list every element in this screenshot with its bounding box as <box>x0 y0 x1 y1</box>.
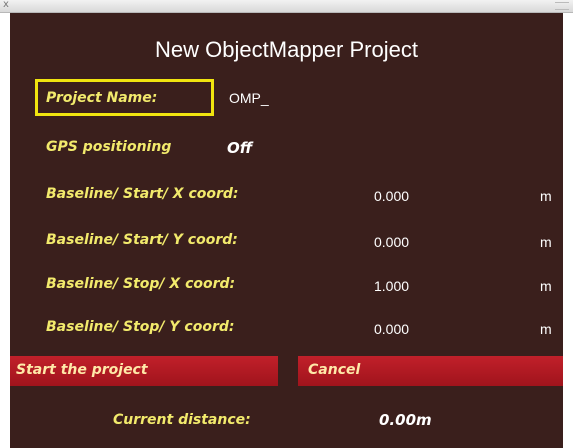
dialog-title: New ObjectMapper Project <box>155 37 418 62</box>
baseline-stop-x-label: Baseline/ Stop/ X coord: <box>46 276 236 292</box>
resize-grip-icon[interactable] <box>555 2 569 10</box>
baseline-stop-x-unit: m <box>540 278 552 294</box>
project-name-input[interactable]: OMP_ <box>229 90 269 106</box>
app-window: x New ObjectMapper Project Project Name:… <box>0 0 573 448</box>
baseline-stop-x-input[interactable]: 1.000 <box>374 278 409 294</box>
baseline-start-x-unit: m <box>540 188 552 204</box>
gps-positioning-toggle[interactable]: Off <box>227 139 252 157</box>
baseline-start-y-label: Baseline/ Start/ Y coord: <box>46 232 238 248</box>
current-distance-value: 0.00m <box>379 411 432 429</box>
project-name-label: Project Name: <box>46 90 158 106</box>
close-icon[interactable]: x <box>3 0 9 10</box>
baseline-stop-y-label: Baseline/ Stop/ Y coord: <box>46 319 235 335</box>
baseline-start-x-input[interactable]: 0.000 <box>374 188 409 204</box>
gps-positioning-label: GPS positioning <box>46 139 172 155</box>
baseline-start-y-input[interactable]: 0.000 <box>374 234 409 250</box>
current-distance-label: Current distance: <box>113 412 251 428</box>
baseline-stop-y-unit: m <box>540 321 552 337</box>
cancel-button[interactable]: Cancel <box>298 356 563 386</box>
baseline-stop-y-input[interactable]: 0.000 <box>374 321 409 337</box>
baseline-start-y-unit: m <box>540 234 552 250</box>
window-titlebar: x <box>0 0 573 13</box>
project-dialog: New ObjectMapper Project Project Name: O… <box>10 13 563 448</box>
baseline-start-x-label: Baseline/ Start/ X coord: <box>46 186 239 202</box>
start-project-button[interactable]: Start the project <box>10 356 278 386</box>
